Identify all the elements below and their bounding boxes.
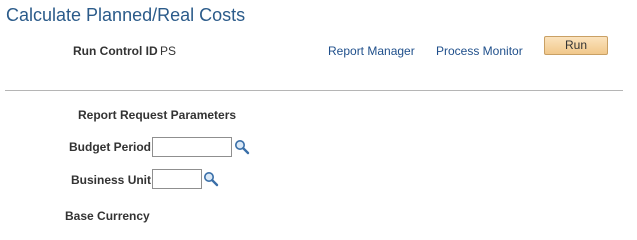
business-unit-input[interactable] [152, 169, 202, 189]
business-unit-lookup-icon[interactable] [203, 171, 219, 187]
budget-period-label: Budget Period [69, 140, 152, 154]
base-currency-label: Base Currency [65, 209, 150, 223]
run-button[interactable]: Run [544, 36, 608, 55]
report-request-parameters-heading: Report Request Parameters [78, 108, 237, 122]
budget-period-input[interactable] [152, 137, 232, 157]
business-unit-label: Business Unit [71, 173, 152, 187]
run-control-id-value: PS [160, 44, 177, 58]
page-title: Calculate Planned/Real Costs [6, 5, 246, 25]
process-monitor-link[interactable]: Process Monitor [436, 44, 523, 58]
report-manager-link[interactable]: Report Manager [328, 44, 415, 58]
budget-period-lookup-icon[interactable] [234, 139, 250, 155]
run-control-id-label: Run Control ID [73, 44, 158, 58]
section-divider [5, 90, 623, 91]
